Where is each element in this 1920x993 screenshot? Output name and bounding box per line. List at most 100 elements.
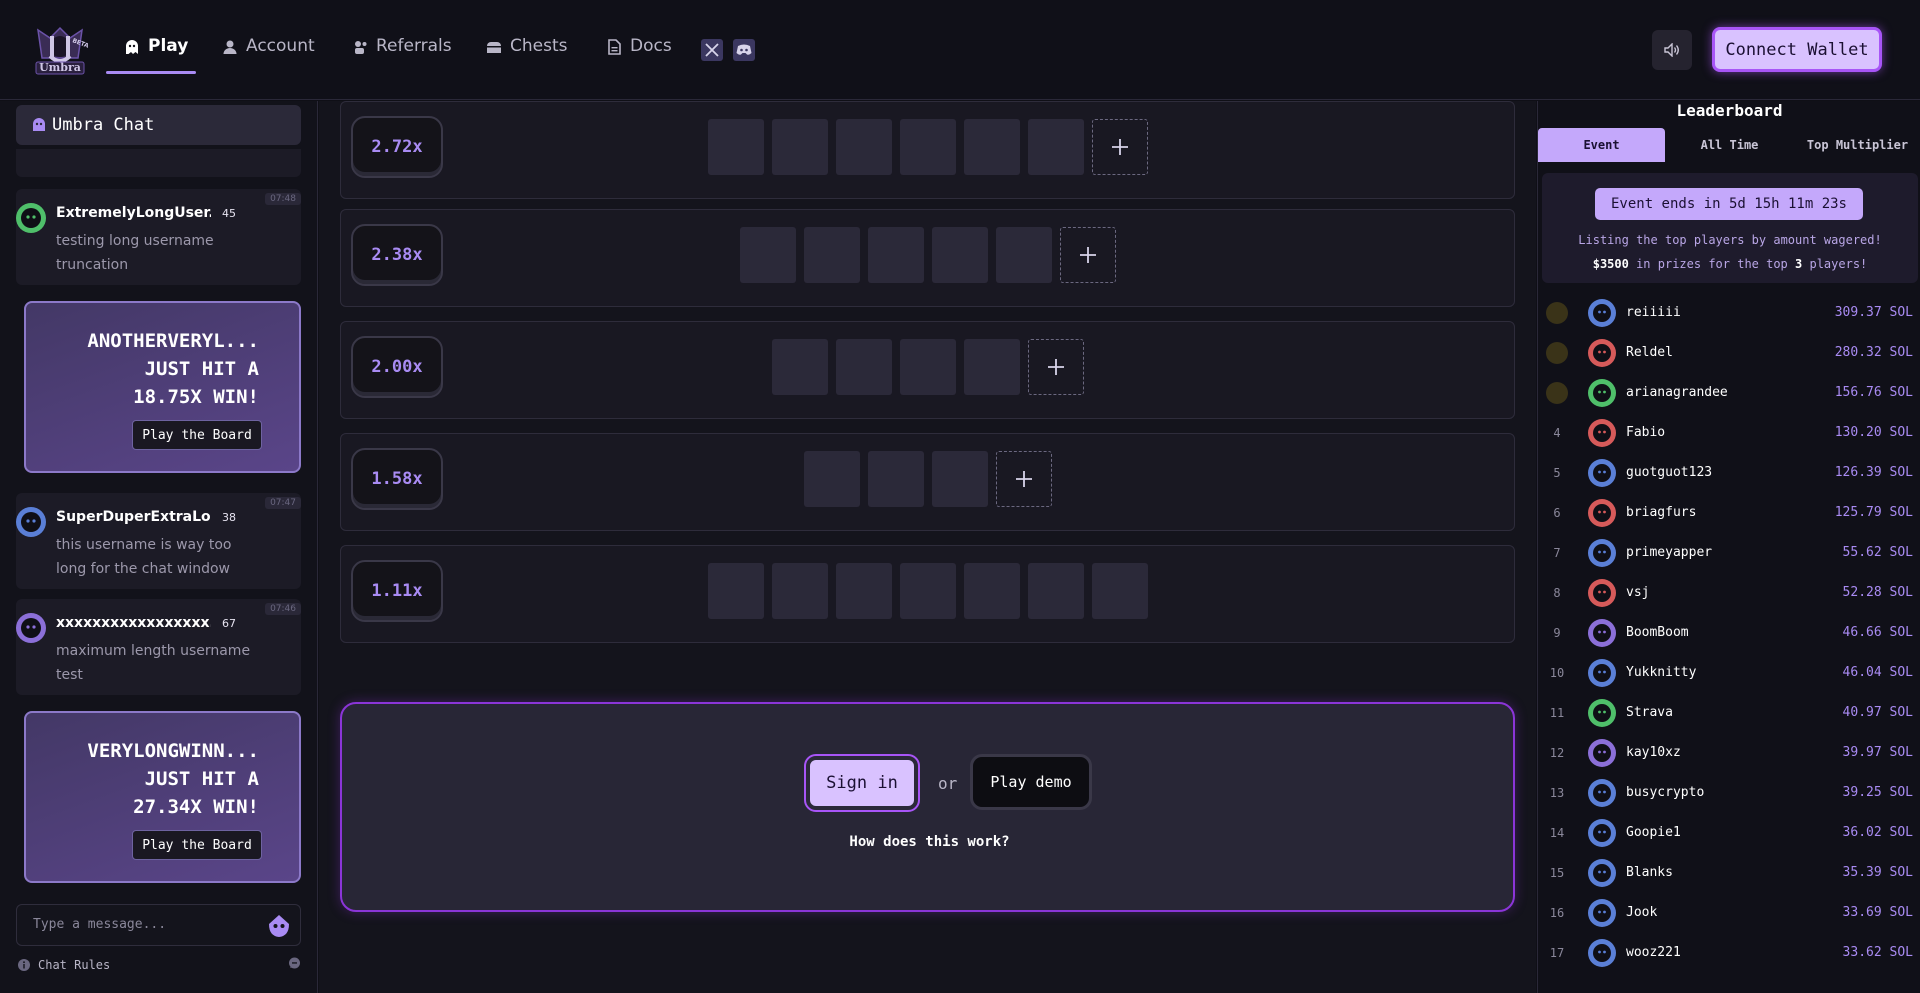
- connect-wallet-button[interactable]: Connect Wallet: [1712, 27, 1882, 72]
- document-icon: [608, 39, 621, 55]
- chat-username[interactable]: ExtremelyLongUser...: [56, 205, 211, 221]
- board-tile[interactable]: [932, 451, 988, 507]
- chat-username[interactable]: xxxxxxxxxxxxxxxxx...: [56, 615, 211, 631]
- play-the-board-button[interactable]: Play the Board: [132, 420, 262, 450]
- umbra-logo[interactable]: Umbra BETA: [32, 24, 90, 78]
- leaderboard-row[interactable]: 15 Blanks 35.39 SOL: [1538, 853, 1920, 893]
- board-row: 2.72x: [340, 101, 1515, 199]
- add-tile-button[interactable]: [996, 451, 1052, 507]
- x-twitter-link[interactable]: [701, 39, 723, 61]
- wager-amount: 35.39 SOL: [1842, 865, 1913, 880]
- ghost-avatar-icon: [21, 618, 41, 638]
- chat-rules-link[interactable]: Chat Rules: [18, 958, 110, 972]
- board-tile[interactable]: [804, 227, 860, 283]
- discord-link[interactable]: [733, 39, 755, 61]
- board-tile[interactable]: [740, 227, 796, 283]
- win-amount: 18.75X WIN!: [133, 386, 259, 408]
- player-rank: 12: [1549, 746, 1565, 760]
- player-rank: 4: [1553, 426, 1561, 440]
- leaderboard-row[interactable]: reiiiii 309.37 SOL: [1538, 293, 1920, 333]
- board-tile[interactable]: [1028, 119, 1084, 175]
- board-tile[interactable]: [1092, 563, 1148, 619]
- board-tile[interactable]: [1028, 563, 1084, 619]
- player-rank: 11: [1549, 706, 1565, 720]
- avatar[interactable]: [16, 613, 46, 643]
- avatar[interactable]: [16, 507, 46, 537]
- avatar[interactable]: [16, 203, 46, 233]
- board-tile[interactable]: [900, 119, 956, 175]
- board-tile[interactable]: [772, 339, 828, 395]
- ghost-avatar-icon: [21, 512, 41, 532]
- leaderboard-row[interactable]: arianagrandee 156.76 SOL: [1538, 373, 1920, 413]
- leaderboard-row[interactable]: 8 vsj 52.28 SOL: [1538, 573, 1920, 613]
- row-multiplier: 1.11x: [351, 560, 443, 622]
- how-it-works-link[interactable]: How does this work?: [342, 834, 1517, 850]
- board-tile[interactable]: [964, 119, 1020, 175]
- leaderboard-row[interactable]: 14 Goopie1 36.02 SOL: [1538, 813, 1920, 853]
- board-tile[interactable]: [996, 227, 1052, 283]
- leaderboard-row[interactable]: 12 kay10xz 39.97 SOL: [1538, 733, 1920, 773]
- event-prize-text: $3500 in prizes for the top 3 players!: [1542, 257, 1918, 271]
- nav-referrals[interactable]: Referrals: [352, 36, 452, 76]
- nav-account[interactable]: Account: [222, 36, 315, 76]
- player-name: Strava: [1626, 705, 1673, 720]
- board-tile[interactable]: [772, 119, 828, 175]
- sound-toggle-button[interactable]: [1652, 30, 1692, 70]
- board-tile[interactable]: [836, 119, 892, 175]
- ghost-send-icon[interactable]: [268, 914, 290, 938]
- tab-top-multiplier[interactable]: Top Multiplier: [1794, 128, 1920, 162]
- leaderboard-row[interactable]: 17 wooz221 33.62 SOL: [1538, 933, 1920, 973]
- board-tile[interactable]: [836, 339, 892, 395]
- leaderboard-row[interactable]: 16 Jook 33.69 SOL: [1538, 893, 1920, 933]
- avatar: [1588, 379, 1616, 407]
- board-row: 2.00x: [340, 321, 1515, 419]
- tab-event[interactable]: Event: [1538, 128, 1665, 162]
- board-tile[interactable]: [964, 339, 1020, 395]
- board-tile[interactable]: [900, 339, 956, 395]
- board-tile[interactable]: [772, 563, 828, 619]
- play-demo-button[interactable]: Play demo: [970, 754, 1092, 810]
- chat-bubble-icon[interactable]: [288, 957, 301, 970]
- leaderboard-row[interactable]: 4 Fabio 130.20 SOL: [1538, 413, 1920, 453]
- leaderboard-row[interactable]: 10 Yukknitty 46.04 SOL: [1538, 653, 1920, 693]
- logo-text: Umbra: [39, 61, 81, 74]
- nav-chests[interactable]: Chests: [486, 36, 567, 76]
- leaderboard-row[interactable]: 13 busycrypto 39.25 SOL: [1538, 773, 1920, 813]
- leaderboard-row[interactable]: 11 Strava 40.97 SOL: [1538, 693, 1920, 733]
- add-tile-button[interactable]: [1060, 227, 1116, 283]
- board-tile[interactable]: [708, 563, 764, 619]
- sign-in-button[interactable]: Sign in: [804, 754, 920, 812]
- board-tile[interactable]: [868, 451, 924, 507]
- player-name: busycrypto: [1626, 785, 1705, 800]
- leaderboard-row[interactable]: Reldel 280.32 SOL: [1538, 333, 1920, 373]
- board-tile[interactable]: [836, 563, 892, 619]
- ghost-avatar-icon: [1593, 784, 1611, 802]
- add-tile-button[interactable]: [1028, 339, 1084, 395]
- board-tile[interactable]: [932, 227, 988, 283]
- nav-play[interactable]: Play: [124, 36, 188, 76]
- wager-amount: 52.28 SOL: [1842, 585, 1913, 600]
- add-tile-button[interactable]: [1092, 119, 1148, 175]
- board-tile[interactable]: [708, 119, 764, 175]
- player-name: Yukknitty: [1626, 665, 1697, 680]
- chat-username[interactable]: SuperDuperExtraLo...: [56, 509, 211, 525]
- avatar: [1588, 619, 1616, 647]
- board-tile[interactable]: [900, 563, 956, 619]
- avatar: [1588, 939, 1616, 967]
- leaderboard-row[interactable]: 9 BoomBoom 46.66 SOL: [1538, 613, 1920, 653]
- chat-message-input[interactable]: [33, 917, 253, 932]
- chat-message: xxxxxxxxxxxxxxxxx... 67 07:46 maximum le…: [16, 599, 301, 695]
- board-tile[interactable]: [868, 227, 924, 283]
- leaderboard-row[interactable]: 5 guotguot123 126.39 SOL: [1538, 453, 1920, 493]
- tab-all-time[interactable]: All Time: [1666, 128, 1793, 162]
- leaderboard-row[interactable]: 7 primeyapper 55.62 SOL: [1538, 533, 1920, 573]
- board-tile[interactable]: [804, 451, 860, 507]
- leaderboard-row[interactable]: 6 briagfurs 125.79 SOL: [1538, 493, 1920, 533]
- top-header: Umbra BETA Play Account Referrals Chests…: [0, 0, 1920, 100]
- play-the-board-button[interactable]: Play the Board: [132, 830, 262, 860]
- player-rank: 10: [1549, 666, 1565, 680]
- board-tile[interactable]: [964, 563, 1020, 619]
- chat-sidebar: Umbra Chat ExtremelyLongUser... 45 07:48…: [0, 101, 318, 993]
- nav-label: Referrals: [376, 36, 452, 56]
- nav-docs[interactable]: Docs: [606, 36, 672, 76]
